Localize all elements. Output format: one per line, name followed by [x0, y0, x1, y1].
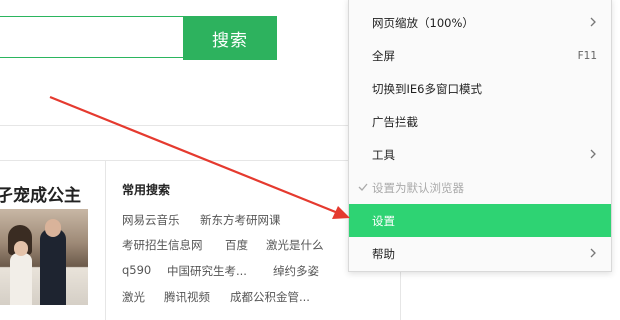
search-keyword[interactable]: 激光	[122, 289, 145, 305]
menu-item-label: 设置为默认浏览器	[372, 180, 464, 195]
search-keyword[interactable]: 激光是什么	[266, 237, 324, 253]
menu-item-tools[interactable]: 工具	[349, 138, 611, 171]
browser-main-menu: 网页缩放（100%） 全屏 F11 切换到IE6多窗口模式 广告拦截 工具 设置…	[348, 0, 612, 272]
chevron-right-icon	[590, 149, 596, 159]
search-keyword[interactable]: 网易云音乐	[122, 212, 180, 228]
search-input[interactable]	[0, 16, 183, 58]
menu-item-ie6-mode[interactable]: 切换到IE6多窗口模式	[349, 72, 611, 105]
chevron-right-icon	[590, 17, 596, 27]
menu-item-label: 网页缩放（100%）	[372, 15, 474, 30]
search-button[interactable]: 搜索	[183, 16, 277, 60]
divider	[105, 160, 106, 320]
menu-item-label: 设置	[372, 213, 395, 228]
menu-item-settings[interactable]: 设置	[349, 204, 611, 237]
menu-item-label: 广告拦截	[372, 114, 418, 129]
menu-item-label: 切换到IE6多窗口模式	[372, 81, 482, 96]
menu-item-label: 全屏	[372, 48, 395, 63]
checkmark-icon	[358, 183, 368, 191]
search-keyword[interactable]: q590	[122, 263, 151, 277]
search-keyword[interactable]: 中国研究生考...	[167, 263, 247, 279]
search-keyword[interactable]: 腾讯视频	[164, 289, 210, 305]
divider	[0, 125, 400, 126]
menu-item-help[interactable]: 帮助	[349, 237, 611, 270]
article-title[interactable]: 孑宠成公主	[0, 181, 81, 206]
menu-item-fullscreen[interactable]: 全屏 F11	[349, 39, 611, 72]
divider	[0, 160, 400, 161]
menu-item-label: 工具	[372, 147, 395, 162]
common-search-title: 常用搜索	[122, 183, 171, 197]
search-keyword[interactable]: 百度	[225, 237, 248, 253]
menu-item-zoom[interactable]: 网页缩放（100%）	[349, 6, 611, 39]
search-keyword[interactable]: 成都公积金管...	[230, 289, 310, 305]
menu-item-default-browser: 设置为默认浏览器	[349, 171, 611, 204]
menu-item-label: 帮助	[372, 246, 395, 261]
search-keyword[interactable]: 绰约多姿	[273, 263, 319, 279]
article-thumbnail[interactable]	[0, 209, 88, 305]
chevron-right-icon	[590, 248, 596, 258]
menu-item-ad-block[interactable]: 广告拦截	[349, 105, 611, 138]
search-keyword[interactable]: 新东方考研网课	[200, 212, 281, 228]
search-keyword[interactable]: 考研招生信息网	[122, 237, 203, 253]
menu-item-shortcut: F11	[577, 49, 597, 62]
